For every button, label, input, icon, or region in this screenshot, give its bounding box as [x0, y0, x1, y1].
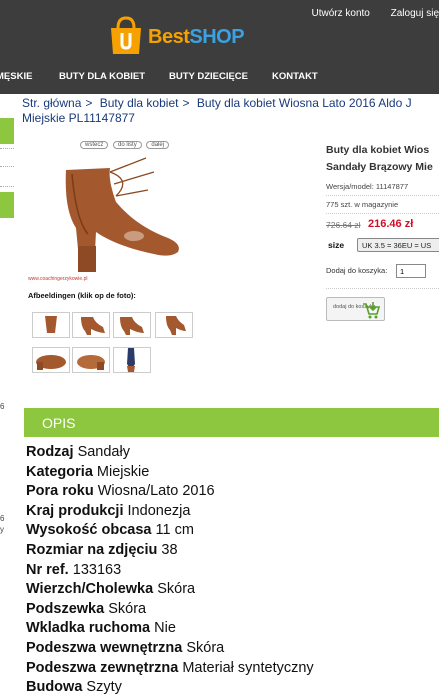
quantity-input[interactable] [396, 264, 426, 278]
attribute-row: Podszewka Skóra [26, 600, 314, 620]
gallery-prev-button[interactable]: wstecz [80, 141, 109, 149]
sale-price: 216.46 zł [368, 218, 414, 230]
gallery-next-button[interactable]: dalej [146, 141, 170, 149]
attribute-row: Podeszwa zewnętrzna Materiał syntetyczny [26, 659, 314, 679]
thumbnail[interactable] [32, 347, 70, 373]
site-header: Utwórz konto Zaloguj się BestSHOP MĘSKIE… [0, 0, 439, 94]
breadcrumb-current-cont: Miejskie PL11147877 [22, 111, 135, 125]
attribute-key: Podeszwa wewnętrzna [26, 639, 183, 656]
cart-icon [363, 302, 381, 319]
gallery-controls: wstecz do listy dalej [80, 141, 172, 149]
attribute-key: Kraj produkcji [26, 502, 124, 519]
old-price: 726.64 zł [326, 220, 361, 230]
product-model: Wersja/model: 11147877 [326, 182, 409, 191]
image-watermark: www.coachingerzykowie.pl [28, 276, 88, 282]
divider [326, 213, 439, 214]
shopping-bag-icon [111, 16, 141, 54]
account-links: Utwórz konto Zaloguj się [294, 8, 439, 19]
thumbnail[interactable] [72, 312, 110, 338]
attribute-key: Budowa [26, 679, 83, 696]
sidebar-block [0, 192, 14, 218]
thumbnail[interactable] [32, 312, 70, 338]
attribute-row: Kraj produkcji Indonezja [26, 502, 314, 522]
description-attributes: Rodzaj Sandały Kategoria Miejskie Pora rok… [26, 443, 314, 698]
attribute-value: Skóra [108, 600, 147, 617]
attribute-key: Rodzaj [26, 444, 74, 460]
quantity-label: Dodaj do koszyka: [326, 266, 388, 275]
logo-wordmark: BestSHOP [148, 26, 245, 48]
attribute-value: 38 [161, 541, 178, 558]
gallery-list-button[interactable]: do listy [113, 141, 142, 149]
attribute-row: Kategoria Miejskie [26, 463, 314, 483]
description-header: OPIS [24, 408, 439, 437]
breadcrumb-home[interactable]: Str. główna [22, 96, 81, 110]
attribute-row: Wysokość obcasa 11 cm [26, 521, 314, 541]
attribute-row: Podeszwa wewnętrzna Skóra [26, 639, 314, 659]
attribute-row: Rozmiar na zdjęciu 38 [26, 541, 314, 561]
attribute-key: Pora roku [26, 483, 94, 500]
add-to-cart-button[interactable]: dodaj do koszyka [326, 297, 385, 321]
attribute-row: Nr ref. 133163 [26, 561, 314, 581]
attribute-key: Wierzch/Cholewka [26, 581, 154, 598]
product-image[interactable] [36, 150, 196, 280]
sidebar-block [0, 118, 14, 144]
sidebar-divider [0, 166, 14, 167]
attribute-row: Budowa Szyty [26, 678, 314, 698]
size-select[interactable]: UK 3.5 = 36EU = US [357, 238, 439, 252]
attribute-key: Kategoria [26, 463, 93, 480]
attribute-key: Podeszwa zewnętrzna [26, 659, 179, 676]
attribute-key: Wysokość obcasa [26, 522, 152, 539]
thumbnail[interactable] [155, 312, 193, 338]
divider [326, 195, 439, 196]
thumbnail[interactable] [72, 347, 110, 373]
attribute-value: Sandały [77, 444, 130, 460]
attribute-value: Nie [154, 620, 176, 637]
thumbnail[interactable] [113, 347, 151, 373]
attribute-value: Wiosna/Lato 2016 [97, 483, 215, 500]
attribute-row: Wkladka ruchoma Nie [26, 619, 314, 639]
nav-item-womens-shoes[interactable]: BUTY DLA KOBIET [59, 71, 145, 82]
attribute-row: Pora roku Wiosna/Lato 2016 [26, 482, 314, 502]
breadcrumb-current: Buty dla kobiet Wiosna Lato 2016 Aldo J [196, 96, 412, 110]
attribute-row: Wierzch/Cholewka Skóra [26, 580, 314, 600]
main-nav: MĘSKIE BUTY DLA KOBIET BUTY DZIECIĘCE KO… [0, 62, 439, 90]
attribute-value: Skóra [186, 639, 225, 656]
attribute-value: Materiał syntetyczny [182, 659, 314, 676]
size-label: size [328, 240, 345, 250]
create-account-link[interactable]: Utwórz konto [312, 8, 370, 19]
nav-item-mens[interactable]: MĘSKIE [0, 71, 32, 82]
product-title: Buty dla kobiet Wios Sandały Brązowy Mie [326, 144, 433, 173]
attribute-value: 133163 [72, 561, 122, 578]
attribute-value: Skóra [157, 581, 196, 598]
thumbnail[interactable] [113, 312, 151, 338]
site-logo[interactable]: BestSHOP [108, 10, 278, 60]
sidebar-divider [0, 186, 14, 187]
attribute-value: 11 cm [155, 522, 194, 539]
breadcrumb: Str. główna > Buty dla kobiet > Buty dla k… [22, 96, 439, 126]
sidebar-divider [0, 148, 14, 149]
breadcrumb-category[interactable]: Buty dla kobiet [100, 96, 179, 110]
attribute-value: Szyty [86, 679, 122, 696]
attribute-key: Nr ref. [26, 561, 69, 578]
attribute-value: Miejskie [96, 463, 150, 480]
attribute-value: Indonezja [127, 502, 191, 519]
description-title: OPIS [42, 415, 76, 431]
sidebar-fragment: 6 [0, 402, 5, 411]
attribute-key: Podszewka [26, 600, 105, 617]
nav-item-kids-shoes[interactable]: BUTY DZIECIĘCE [169, 71, 248, 82]
nav-item-contact[interactable]: KONTAKT [272, 71, 318, 82]
sidebar-fragment: y [0, 525, 4, 534]
divider [326, 288, 439, 289]
login-link[interactable]: Zaloguj się [391, 8, 439, 19]
thumbnails-label: Afbeeldingen (klik op de foto): [28, 291, 136, 300]
attribute-key: Wkladka ruchoma [26, 620, 151, 637]
sidebar-fragment: 6 [0, 514, 5, 523]
attribute-key: Rozmiar na zdjęciu [26, 541, 158, 558]
product-stock: 775 szt. w magazynie [326, 200, 399, 209]
attribute-row: Rodzaj Sandały [26, 443, 314, 463]
